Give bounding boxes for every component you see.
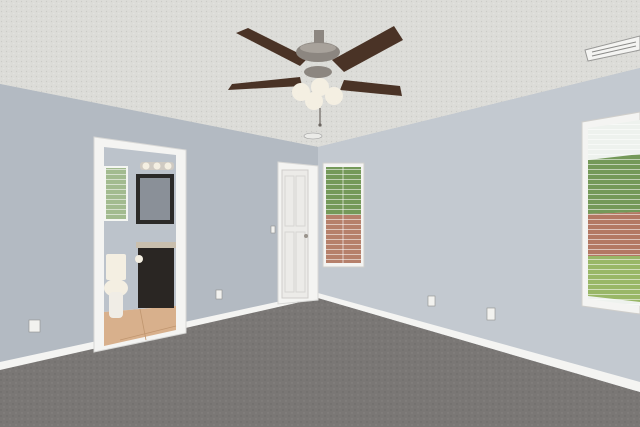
toilet-paper-roll bbox=[135, 255, 143, 263]
window-right bbox=[581, 111, 640, 315]
closet-doorway bbox=[277, 161, 319, 305]
closet-door[interactable] bbox=[281, 169, 309, 299]
bathroom-doorway bbox=[93, 136, 187, 353]
bathroom-vanity bbox=[138, 246, 174, 308]
window-center bbox=[322, 162, 365, 268]
light-fixture-icon bbox=[140, 162, 174, 170]
door-knob[interactable] bbox=[304, 234, 308, 238]
smoke-detector bbox=[303, 132, 323, 140]
bedroom-photo bbox=[0, 0, 640, 427]
